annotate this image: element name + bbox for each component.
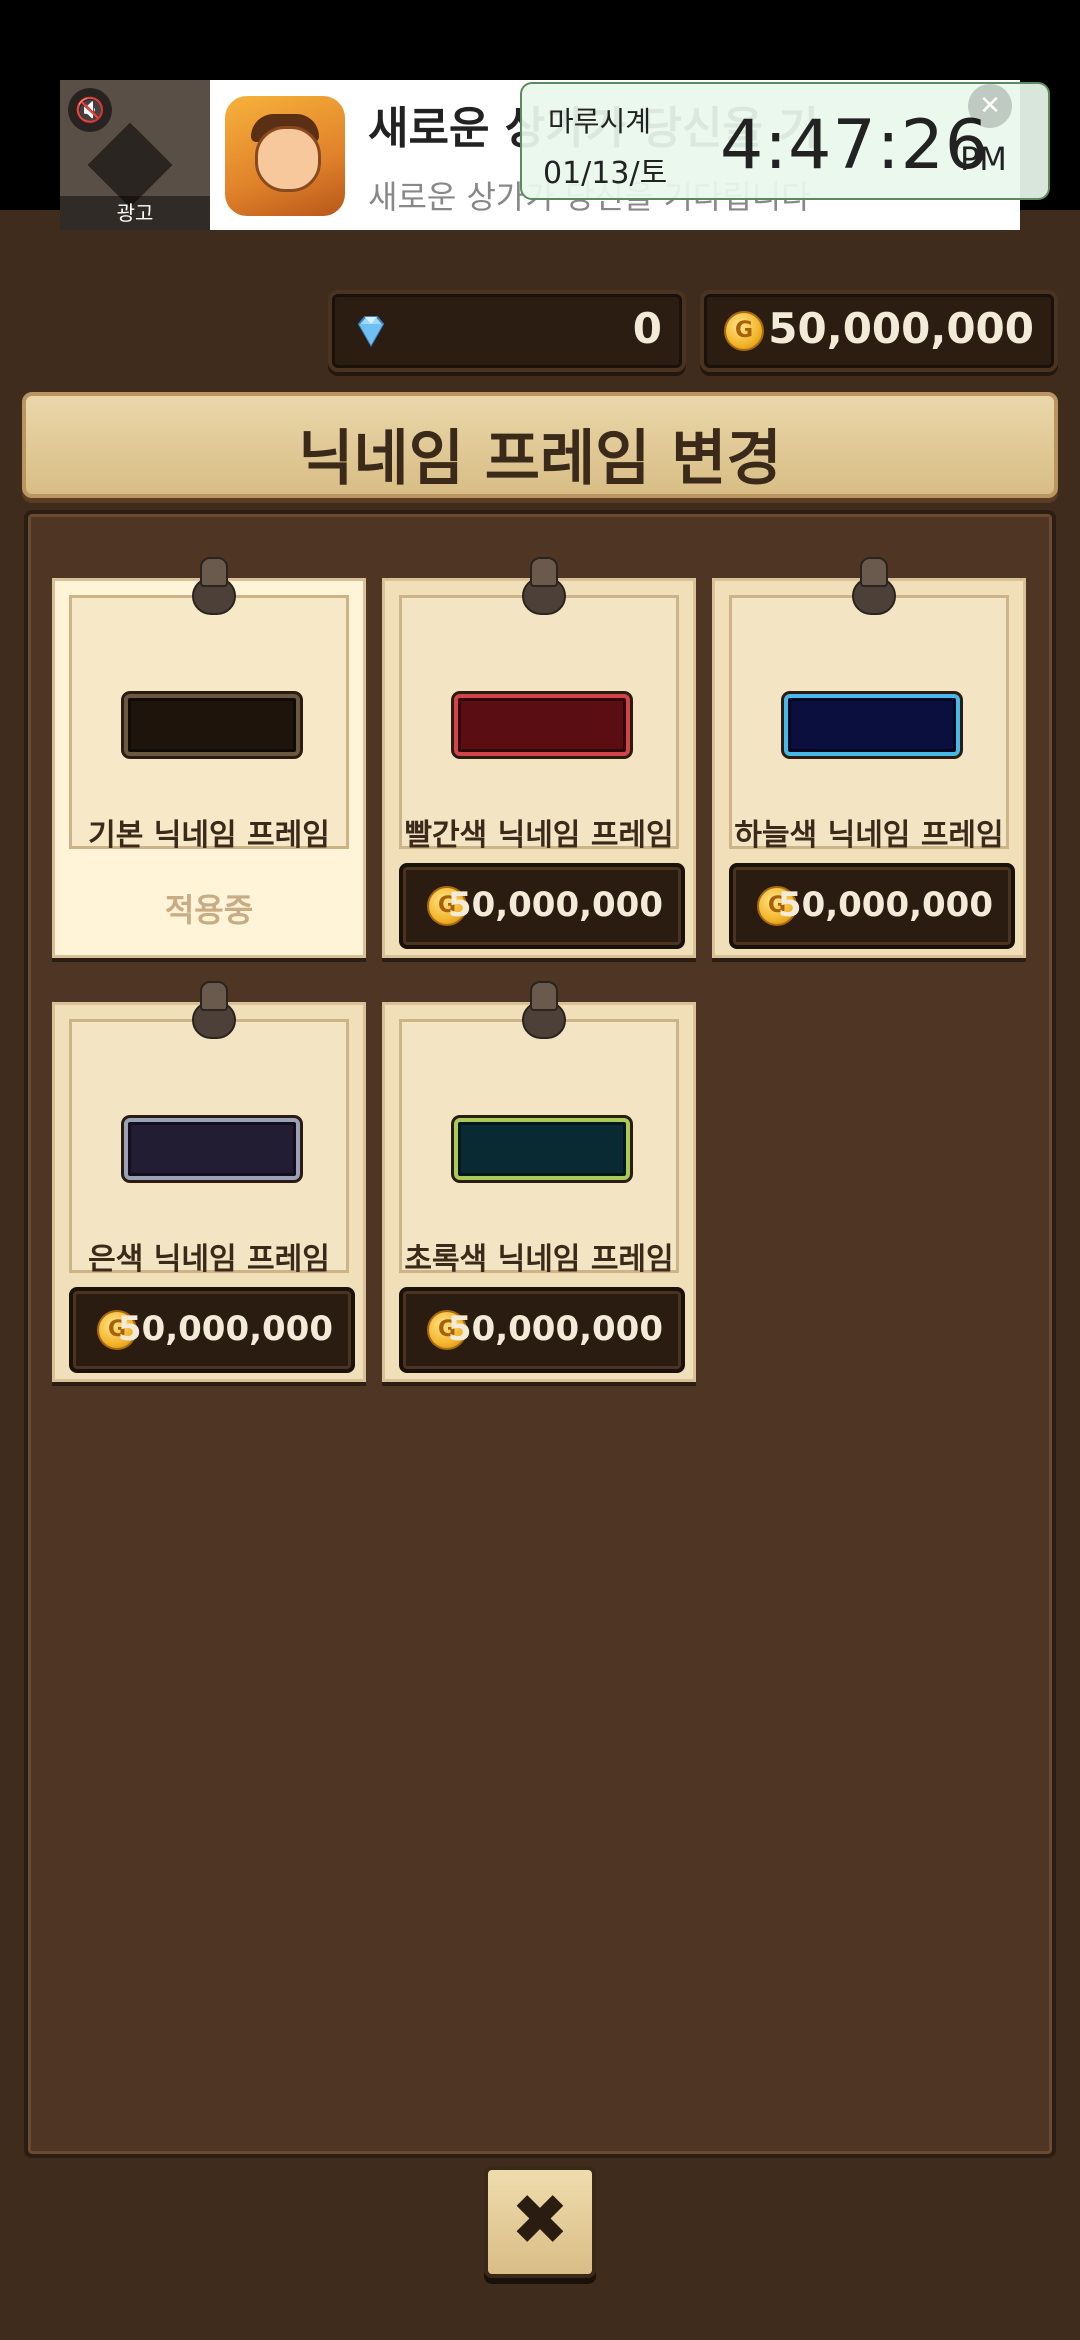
- close-button[interactable]: ✖: [484, 2166, 596, 2278]
- frame-card-red[interactable]: 빨간색 닉네임 프레임 G 50,000,000: [382, 557, 696, 958]
- frame-card-silver[interactable]: 은색 닉네임 프레임 G 50,000,000: [52, 981, 366, 1382]
- gold-counter[interactable]: G 50,000,000: [700, 290, 1058, 372]
- price-label: 50,000,000: [447, 885, 663, 925]
- frame-name: 빨간색 닉네임 프레임: [404, 818, 674, 853]
- frame-preview: [784, 694, 960, 756]
- frame-card-skyblue[interactable]: 하늘색 닉네임 프레임 G 50,000,000: [712, 557, 1026, 958]
- frame-name: 하늘색 닉네임 프레임: [734, 818, 1004, 853]
- clock-name: 마루시계: [548, 105, 652, 138]
- gem-counter[interactable]: 0: [328, 290, 686, 372]
- mute-icon[interactable]: 🔇: [68, 88, 112, 132]
- ad-thumbnail-tile: [87, 122, 173, 208]
- title-banner: 닉네임 프레임 변경: [22, 392, 1058, 498]
- buy-button[interactable]: G 50,000,000: [69, 1287, 355, 1373]
- frame-preview: [124, 1118, 300, 1180]
- ad-video-thumbnail[interactable]: 🔇 광고: [60, 80, 210, 230]
- pin-icon: [850, 557, 896, 615]
- buy-button[interactable]: G 50,000,000: [399, 1287, 685, 1373]
- frame-card-basic[interactable]: 기본 닉네임 프레임 적용중: [52, 557, 366, 958]
- price-label: 50,000,000: [777, 885, 993, 925]
- card-inner: 하늘색 닉네임 프레임: [729, 595, 1009, 853]
- frame-name: 은색 닉네임 프레임: [88, 1242, 330, 1277]
- clock-ampm: PM: [960, 140, 1007, 178]
- ad-label: 광고: [60, 196, 210, 230]
- pin-icon: [190, 981, 236, 1039]
- card-inner: 은색 닉네임 프레임: [69, 1019, 349, 1277]
- pin-icon: [190, 557, 236, 615]
- price-label: 50,000,000: [447, 1309, 663, 1349]
- gem-count: 0: [632, 304, 662, 353]
- gold-count: 50,000,000: [768, 304, 1034, 353]
- gold-coin-icon: G: [724, 311, 764, 351]
- price-label: 50,000,000: [117, 1309, 333, 1349]
- ad-close-icon[interactable]: ✕: [968, 84, 1012, 128]
- buy-button[interactable]: G 50,000,000: [399, 863, 685, 949]
- frame-preview: [454, 694, 630, 756]
- diamond-icon: [357, 316, 385, 348]
- frame-name: 초록색 닉네임 프레임: [404, 1242, 674, 1277]
- frame-name: 기본 닉네임 프레임: [88, 818, 330, 853]
- pin-icon: [520, 981, 566, 1039]
- card-inner: 빨간색 닉네임 프레임: [399, 595, 679, 853]
- clock-time: 4:47:26: [720, 106, 990, 185]
- frame-preview: [454, 1118, 630, 1180]
- page-title: 닉네임 프레임 변경: [298, 424, 782, 494]
- frame-card-green[interactable]: 초록색 닉네임 프레임 G 50,000,000: [382, 981, 696, 1382]
- buy-button[interactable]: G 50,000,000: [729, 863, 1015, 949]
- frame-preview: [124, 694, 300, 756]
- applied-status: 적용중: [164, 891, 254, 929]
- character-face: [255, 126, 321, 192]
- card-inner: 기본 닉네임 프레임: [69, 595, 349, 853]
- card-inner: 초록색 닉네임 프레임: [399, 1019, 679, 1277]
- pin-icon: [520, 557, 566, 615]
- ad-app-icon[interactable]: [225, 96, 345, 216]
- game-screen: 🔇 광고 새로운 상가가 당신을 기 새로운 상가가 당신을 기다립니다 마루시…: [0, 0, 1080, 2340]
- clock-date: 01/13/토: [543, 156, 668, 191]
